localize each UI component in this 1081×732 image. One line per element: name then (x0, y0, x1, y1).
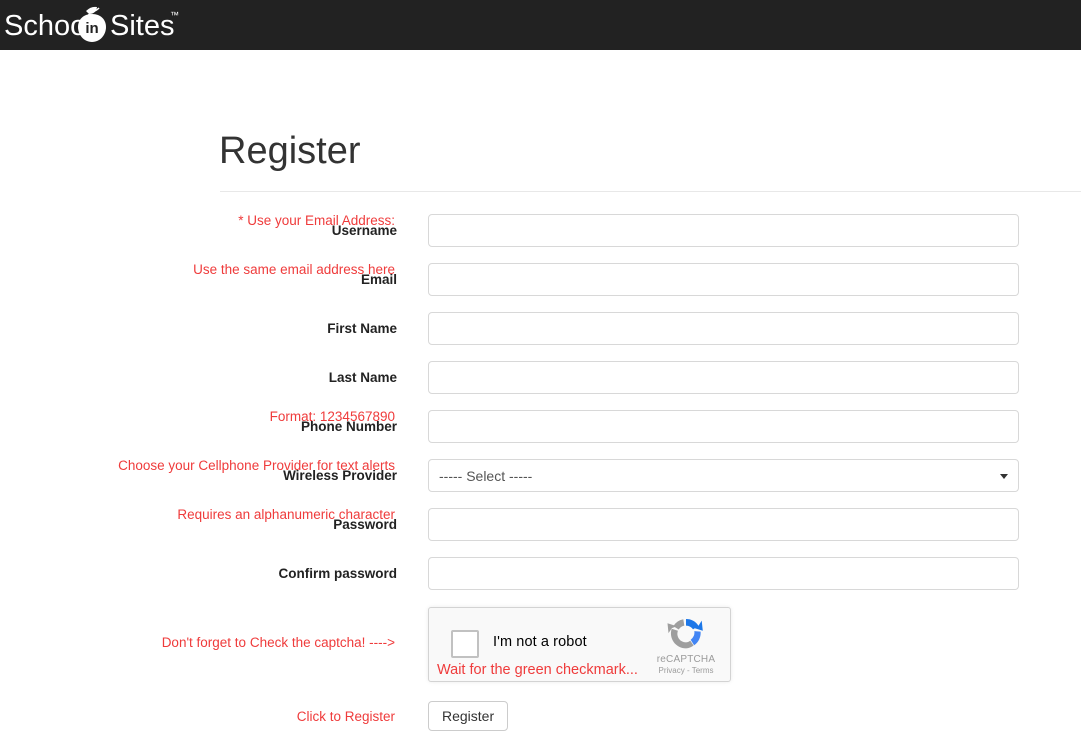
label-password: Password (333, 517, 397, 532)
hint-email: Use the same email address here (193, 262, 395, 277)
input-password[interactable] (428, 508, 1019, 541)
schoolinsites-logo-icon: School in Sites ™ (4, 6, 179, 42)
chevron-down-icon (1000, 473, 1008, 479)
recaptcha-checkbox[interactable] (451, 630, 479, 658)
recaptcha-logo-icon (667, 619, 703, 649)
page-title: Register (219, 130, 361, 172)
svg-text:Sites: Sites (110, 10, 174, 42)
recaptcha-brand-name: reCAPTCHA (656, 654, 716, 665)
label-username: Username (331, 223, 397, 238)
input-confirm-password[interactable] (428, 557, 1019, 590)
input-phone-number[interactable] (428, 410, 1019, 443)
title-divider (220, 191, 1081, 192)
svg-text:™: ™ (170, 10, 179, 20)
label-first-name: First Name (327, 321, 397, 336)
site-header: School in Sites ™ (0, 0, 1081, 50)
select-wireless-provider[interactable]: ----- Select ----- (428, 459, 1019, 492)
label-email: Email (360, 272, 397, 287)
register-hint: Click to Register (296, 709, 395, 724)
label-phone-number: Phone Number (300, 419, 397, 434)
svg-text:in: in (85, 20, 98, 37)
label-confirm-password: Confirm password (278, 566, 397, 581)
input-last-name[interactable] (428, 361, 1019, 394)
input-first-name[interactable] (428, 312, 1019, 345)
label-wireless-provider: Wireless Provider (283, 468, 397, 483)
recaptcha-label: I'm not a robot (493, 634, 587, 650)
input-email[interactable] (428, 263, 1019, 296)
register-page: Register * Use your Email Address: Userna… (0, 50, 1081, 732)
site-logo[interactable]: School in Sites ™ (4, 2, 184, 48)
recaptcha-wait-note: Wait for the green checkmark... (437, 662, 638, 678)
register-button[interactable]: Register (428, 701, 509, 731)
input-username[interactable] (428, 214, 1019, 247)
recaptcha-branding: reCAPTCHA Privacy - Terms (650, 614, 722, 676)
label-last-name: Last Name (328, 370, 397, 385)
select-value-wireless-provider: ----- Select ----- (439, 467, 533, 484)
captcha-hint: Don't forget to Check the captcha! ----> (161, 635, 395, 650)
recaptcha-legal-links[interactable]: Privacy - Terms (650, 666, 722, 676)
